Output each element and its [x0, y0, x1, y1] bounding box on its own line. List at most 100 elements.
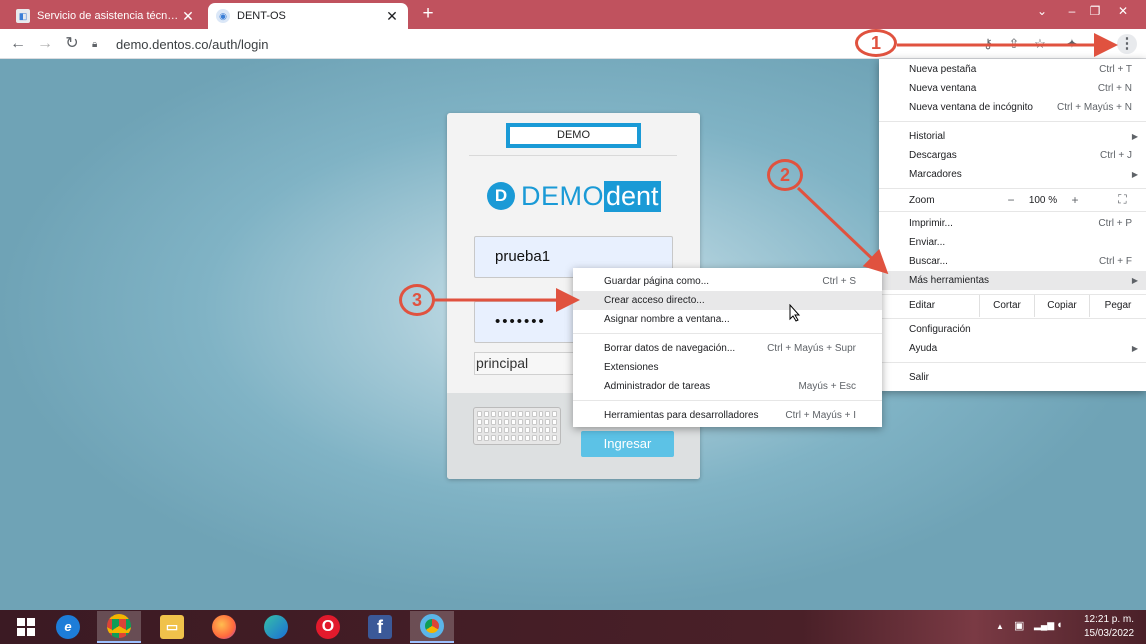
menu-item-label: Extensiones	[604, 362, 659, 373]
submenu-arrow-icon: ▶	[1131, 276, 1138, 285]
new-tab-button[interactable]: +	[418, 4, 438, 24]
menu-item-label: Buscar...	[909, 256, 948, 267]
url-text: demo.dentos.co/auth/login	[116, 36, 269, 52]
zoom-label: Zoom	[909, 194, 935, 206]
menu-separator	[879, 362, 1146, 363]
taskbar-chrome-canary[interactable]	[410, 611, 454, 643]
copy-button[interactable]: Copiar	[1034, 295, 1089, 317]
divider	[469, 155, 677, 156]
minimize-icon[interactable]: –	[1061, 4, 1083, 18]
menu-item-label: Nueva ventana	[909, 83, 977, 94]
forward-icon[interactable]: →	[35, 34, 55, 54]
submenu-item-clear-data[interactable]: Borrar datos de navegación... Ctrl + May…	[573, 339, 882, 358]
taskbar-edge[interactable]	[254, 611, 298, 643]
menu-item-shortcut: Ctrl + Mayús + Supr	[767, 343, 856, 354]
submenu-arrow-icon: ▶	[1131, 170, 1138, 179]
menu-item-shortcut: Ctrl + T	[1099, 64, 1132, 75]
chrome-menu-button[interactable]: ⋮	[1117, 34, 1137, 54]
zoom-in-button[interactable]: +	[1063, 193, 1087, 207]
brand-logo: D DEMO dent	[487, 180, 661, 212]
submenu-item-name-window[interactable]: Asignar nombre a ventana...	[573, 310, 882, 329]
tab-title: DENT-OS	[237, 10, 286, 22]
menu-item-shortcut: Ctrl + N	[1097, 83, 1132, 94]
taskbar-edge-legacy[interactable]: e	[46, 611, 90, 643]
start-button[interactable]	[4, 611, 48, 643]
key-icon[interactable]: ⚷	[980, 36, 996, 52]
menu-item-label: Enviar...	[909, 237, 946, 248]
menu-item-find[interactable]: Buscar... Ctrl + F	[879, 252, 1146, 271]
taskbar-opera[interactable]: O	[306, 611, 350, 643]
submenu-item-save-page[interactable]: Guardar página como... Ctrl + S	[573, 272, 882, 291]
brand-text-demo: DEMO	[521, 180, 604, 211]
close-tab-icon[interactable]: ✕	[384, 9, 400, 23]
submenu-item-create-shortcut[interactable]: Crear acceso directo...	[573, 291, 882, 310]
menu-item-history[interactable]: Historial ▶	[879, 127, 1146, 146]
menu-item-label: Administrador de tareas	[604, 381, 711, 392]
chrome-icon	[107, 614, 131, 638]
menu-item-shortcut: Ctrl + P	[1098, 218, 1132, 229]
opera-icon: O	[316, 615, 340, 639]
tab-title: Servicio de asistencia técnica : Sy	[37, 10, 180, 22]
fullscreen-icon[interactable]: ⛶	[1116, 193, 1129, 206]
menu-item-incognito[interactable]: Nueva ventana de incógnito Ctrl + Mayús …	[879, 98, 1146, 117]
windows-logo-icon	[17, 618, 35, 636]
wifi-icon[interactable]: ▂▄▆	[1034, 620, 1054, 631]
menu-item-settings[interactable]: Configuración	[879, 320, 1146, 339]
close-tab-icon[interactable]: ✕	[180, 9, 196, 23]
taskbar-firefox[interactable]	[202, 611, 246, 643]
menu-item-label: Borrar datos de navegación...	[604, 343, 736, 354]
login-button[interactable]: Ingresar	[581, 431, 674, 457]
edit-label: Editar	[909, 300, 936, 311]
tray-device-icon[interactable]: ▣	[1014, 619, 1024, 632]
extensions-icon[interactable]: ✦	[1064, 36, 1080, 52]
menu-item-shortcut: Ctrl + J	[1100, 150, 1132, 161]
back-icon[interactable]: ←	[8, 34, 28, 54]
cut-button[interactable]: Cortar	[979, 295, 1034, 317]
menu-separator	[573, 333, 882, 334]
chrome-main-menu: Nueva pestaña Ctrl + T Nueva ventana Ctr…	[879, 59, 1146, 391]
paste-button[interactable]: Pegar	[1089, 295, 1146, 317]
menu-item-bookmarks[interactable]: Marcadores ▶	[879, 165, 1146, 184]
menu-separator	[879, 121, 1146, 122]
menu-item-new-tab[interactable]: Nueva pestaña Ctrl + T	[879, 60, 1146, 79]
reload-icon[interactable]: ↻	[62, 34, 82, 54]
taskbar-facebook[interactable]: f	[358, 611, 402, 643]
tab-strip: ◧ Servicio de asistencia técnica : Sy ✕ …	[0, 0, 1146, 29]
system-clock[interactable]: 12:21 p. m. 15/03/2022	[1078, 613, 1140, 641]
browser-toolbar: ← → ↻ 🔒︎ demo.dentos.co/auth/login ⚷ ⇪ ☆…	[0, 29, 1146, 59]
submenu-item-task-manager[interactable]: Administrador de tareas Mayús + Esc	[573, 377, 882, 396]
menu-item-label: Historial	[909, 131, 946, 142]
submenu-item-dev-tools[interactable]: Herramientas para desarrolladores Ctrl +…	[573, 406, 882, 425]
virtual-keyboard-icon[interactable]	[473, 407, 561, 445]
menu-item-label: Nueva pestaña	[909, 64, 977, 75]
menu-separator	[573, 400, 882, 401]
bookmark-star-icon[interactable]: ☆	[1032, 36, 1048, 52]
taskbar-file-explorer[interactable]: ▭	[150, 611, 194, 643]
taskbar-chrome[interactable]	[97, 611, 141, 643]
menu-item-print[interactable]: Imprimir... Ctrl + P	[879, 214, 1146, 233]
zoom-value: 100 %	[1028, 194, 1058, 206]
menu-item-label: Ayuda	[909, 343, 938, 354]
restore-icon[interactable]: ❐	[1084, 4, 1106, 18]
menu-item-more-tools[interactable]: Más herramientas ▶	[879, 271, 1146, 290]
menu-item-exit[interactable]: Salir	[879, 368, 1146, 387]
volume-icon[interactable]: ◖	[1056, 619, 1063, 631]
profile-icon[interactable]: ●	[1090, 36, 1106, 52]
menu-item-downloads[interactable]: Descargas Ctrl + J	[879, 146, 1146, 165]
menu-item-help[interactable]: Ayuda ▶	[879, 339, 1146, 358]
submenu-arrow-icon: ▶	[1131, 132, 1138, 141]
share-icon[interactable]: ⇪	[1006, 36, 1022, 52]
tab-dentos[interactable]: ◉ DENT-OS ✕	[208, 3, 408, 29]
close-window-icon[interactable]: ✕	[1112, 4, 1134, 18]
edge-icon	[264, 615, 288, 639]
menu-item-label: Crear acceso directo...	[604, 295, 705, 306]
menu-item-new-window[interactable]: Nueva ventana Ctrl + N	[879, 79, 1146, 98]
zoom-out-button[interactable]: −	[999, 193, 1023, 207]
address-bar[interactable]: 🔒︎ demo.dentos.co/auth/login	[92, 32, 842, 56]
menu-item-label: Guardar página como...	[604, 276, 710, 287]
tray-chevron-icon[interactable]: ▲	[996, 622, 1004, 631]
tab-search-icon[interactable]: ⌄	[1031, 4, 1053, 18]
tab-help-desk[interactable]: ◧ Servicio de asistencia técnica : Sy ✕	[8, 3, 204, 29]
submenu-item-extensions[interactable]: Extensiones	[573, 358, 882, 377]
menu-item-cast[interactable]: Enviar...	[879, 233, 1146, 252]
